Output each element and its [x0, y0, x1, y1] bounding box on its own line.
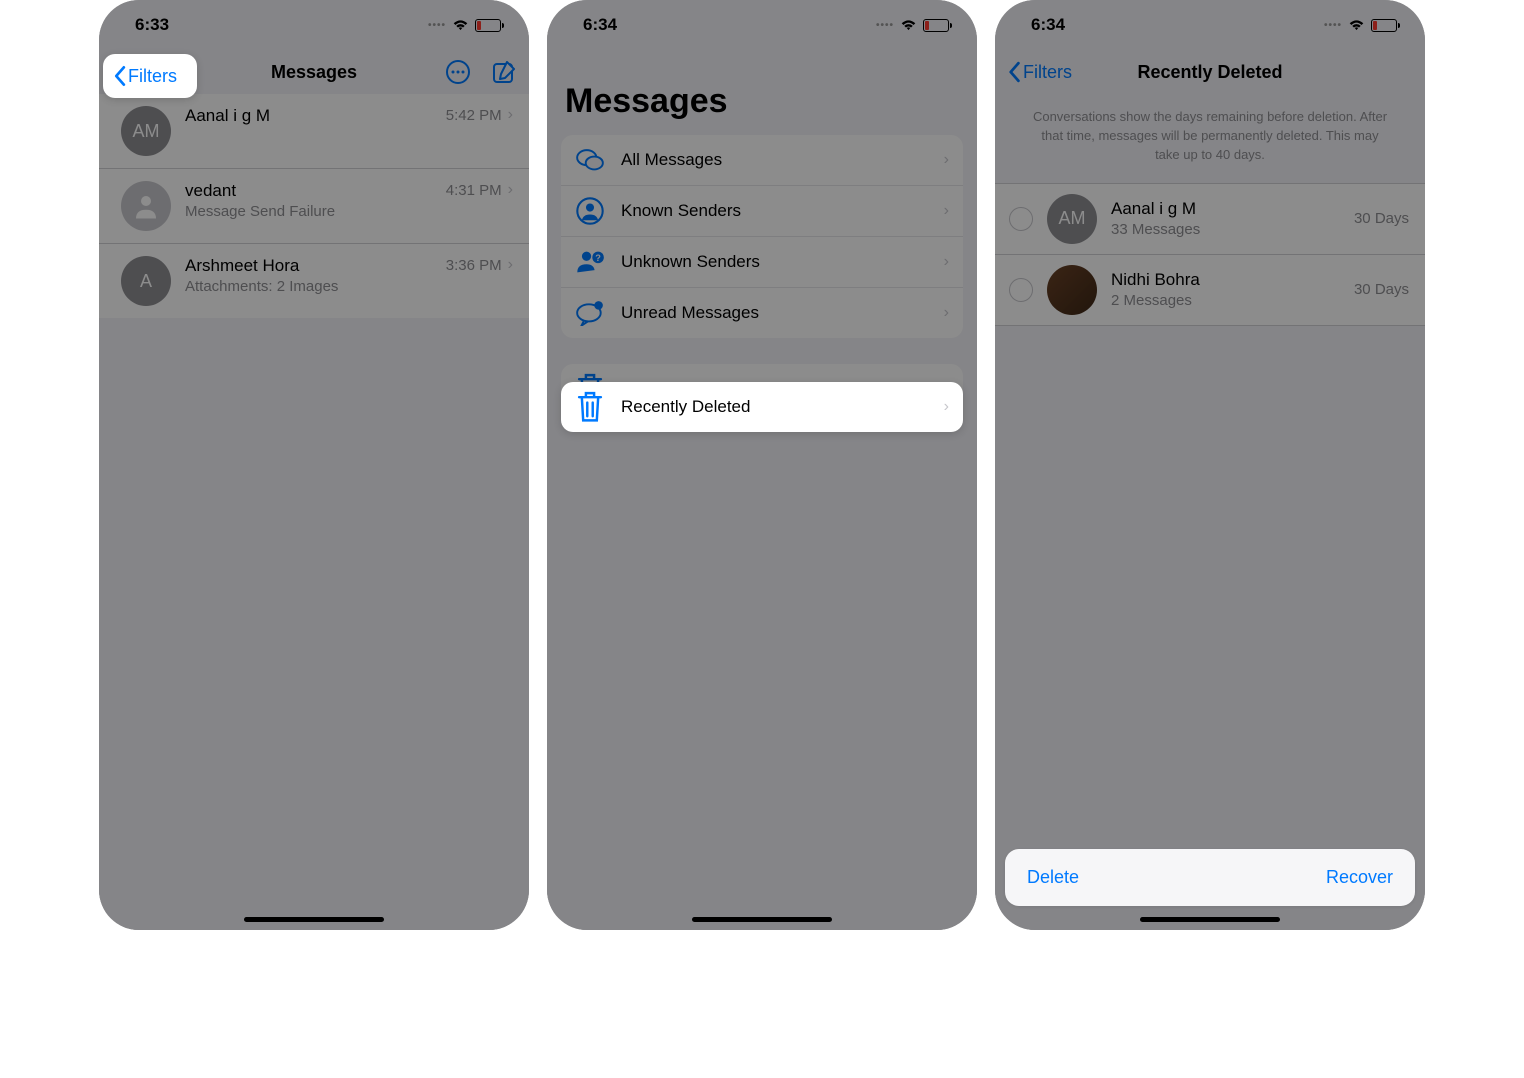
- filter-group-main: All Messages › Known Senders › ? Unknown…: [561, 135, 963, 338]
- conversation-list: AM Aanal i g M 5:42 PM › vedant Message …: [99, 94, 529, 318]
- deleted-subtitle: 2 Messages: [1111, 292, 1340, 309]
- days-remaining: 30 Days: [1354, 210, 1409, 227]
- nav-bar: Filters Recently Deleted: [995, 50, 1425, 94]
- cellular-dots-icon: ••••: [1324, 20, 1342, 31]
- battery-icon: [1371, 19, 1397, 32]
- chevron-right-icon: ›: [944, 253, 949, 271]
- home-indicator[interactable]: [1140, 917, 1280, 922]
- filter-label: Unknown Senders: [621, 252, 928, 272]
- conversation-row[interactable]: vedant Message Send Failure 4:31 PM ›: [99, 169, 529, 244]
- chat-bubbles-icon: [575, 148, 605, 172]
- page-title: Recently Deleted: [1137, 62, 1282, 83]
- chevron-right-icon: ›: [944, 202, 949, 220]
- wifi-icon: [452, 19, 469, 31]
- filter-label: All Messages: [621, 150, 928, 170]
- conversation-name: Aanal i g M: [185, 106, 432, 126]
- deleted-name: Aanal i g M: [1111, 199, 1340, 219]
- conversation-row[interactable]: AM Aanal i g M 5:42 PM ›: [99, 94, 529, 169]
- back-button[interactable]: Filters: [1007, 61, 1072, 83]
- chevron-right-icon: ›: [944, 398, 949, 416]
- home-indicator[interactable]: [244, 917, 384, 922]
- person-question-icon: ?: [575, 247, 605, 277]
- filter-label: Known Senders: [621, 201, 928, 221]
- back-label: Filters: [128, 66, 177, 87]
- conversation-name: Arshmeet Hora: [185, 256, 432, 276]
- conversation-time: 3:36 PM: [446, 257, 502, 274]
- info-text: Conversations show the days remaining be…: [995, 94, 1425, 183]
- phone-screen-1: 6:33 •••• Filters Messages AM Aanal: [99, 0, 529, 930]
- svg-text:?: ?: [595, 253, 601, 263]
- avatar: AM: [1047, 194, 1097, 244]
- status-bar: 6:34 ••••: [547, 0, 977, 50]
- back-label: Filters: [1023, 62, 1072, 83]
- conversation-subtitle: Attachments: 2 Images: [185, 278, 432, 295]
- conversation-time: 5:42 PM: [446, 107, 502, 124]
- filter-known-senders[interactable]: Known Senders ›: [561, 186, 963, 237]
- more-options-icon[interactable]: [445, 59, 471, 85]
- status-time: 6:34: [583, 15, 617, 35]
- deleted-name: Nidhi Bohra: [1111, 270, 1340, 290]
- chevron-right-icon: ›: [508, 256, 513, 274]
- status-time: 6:34: [1031, 15, 1065, 35]
- chevron-right-icon: ›: [944, 304, 949, 322]
- status-time: 6:33: [135, 15, 169, 35]
- compose-icon[interactable]: [491, 59, 517, 85]
- days-remaining: 30 Days: [1354, 281, 1409, 298]
- recently-deleted-highlight[interactable]: Recently Deleted ›: [561, 382, 963, 432]
- avatar: A: [121, 256, 171, 306]
- recover-button[interactable]: Recover: [1326, 867, 1393, 888]
- filter-unread-messages[interactable]: Unread Messages ›: [561, 288, 963, 338]
- chevron-right-icon: ›: [944, 151, 949, 169]
- select-circle[interactable]: [1009, 207, 1033, 231]
- deleted-row[interactable]: Nidhi Bohra 2 Messages 30 Days: [995, 254, 1425, 326]
- trash-icon: [575, 389, 605, 424]
- conversation-row[interactable]: A Arshmeet Hora Attachments: 2 Images 3:…: [99, 244, 529, 318]
- battery-icon: [475, 19, 501, 32]
- avatar: AM: [121, 106, 171, 156]
- avatar: [121, 181, 171, 231]
- phone-screen-3: 6:34 •••• Filters Recently Deleted Conve…: [995, 0, 1425, 930]
- wifi-icon: [900, 19, 917, 31]
- cellular-dots-icon: ••••: [876, 20, 894, 31]
- status-bar: 6:33 ••••: [99, 0, 529, 50]
- deleted-subtitle: 33 Messages: [1111, 221, 1340, 238]
- person-icon: [131, 191, 161, 221]
- cellular-dots-icon: ••••: [428, 20, 446, 31]
- avatar: [1047, 265, 1097, 315]
- wifi-icon: [1348, 19, 1365, 31]
- filter-label: Unread Messages: [621, 303, 928, 323]
- status-bar: 6:34 ••••: [995, 0, 1425, 50]
- deleted-row[interactable]: AM Aanal i g M 33 Messages 30 Days: [995, 183, 1425, 254]
- filter-label: Recently Deleted: [621, 397, 928, 417]
- action-toolbar: Delete Recover: [1005, 849, 1415, 906]
- delete-button[interactable]: Delete: [1027, 867, 1079, 888]
- chevron-left-icon: [113, 65, 126, 87]
- back-button-highlight[interactable]: Filters: [103, 54, 197, 98]
- chevron-right-icon: ›: [508, 181, 513, 199]
- page-title: Messages: [271, 62, 357, 83]
- page-title: Messages: [547, 50, 977, 135]
- chat-badge-icon: [575, 300, 605, 326]
- deleted-list: AM Aanal i g M 33 Messages 30 Days Nidhi…: [995, 183, 1425, 326]
- phone-screen-2: 6:34 •••• Messages All Messages › Known …: [547, 0, 977, 930]
- conversation-time: 4:31 PM: [446, 182, 502, 199]
- conversation-name: vedant: [185, 181, 432, 201]
- chevron-left-icon: [1007, 61, 1021, 83]
- select-circle[interactable]: [1009, 278, 1033, 302]
- person-circle-icon: [575, 196, 605, 226]
- filter-unknown-senders[interactable]: ? Unknown Senders ›: [561, 237, 963, 288]
- conversation-subtitle: Message Send Failure: [185, 203, 432, 220]
- chevron-right-icon: ›: [508, 106, 513, 124]
- filter-all-messages[interactable]: All Messages ›: [561, 135, 963, 186]
- home-indicator[interactable]: [692, 917, 832, 922]
- battery-icon: [923, 19, 949, 32]
